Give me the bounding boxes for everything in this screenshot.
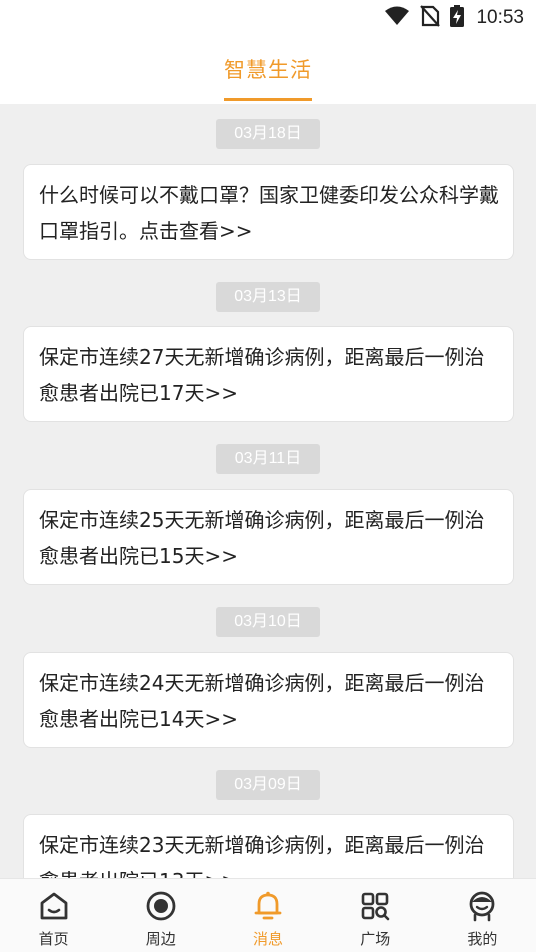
tab-nearby[interactable]: 周边	[107, 879, 214, 952]
message-feed[interactable]: 03月18日 什么时候可以不戴口罩？国家卫健委印发公众科学戴口罩指引。点击查看>…	[0, 104, 536, 878]
tab-square[interactable]: 广场	[322, 879, 429, 952]
battery-charging-icon	[450, 5, 465, 31]
date-label: 03月18日	[216, 119, 320, 149]
tab-profile-label: 我的	[467, 930, 498, 948]
profile-icon	[465, 889, 499, 923]
date-label: 03月10日	[216, 607, 320, 637]
status-bar: 10:53	[0, 0, 536, 36]
date-label: 03月13日	[216, 282, 320, 312]
date-label: 03月09日	[216, 770, 320, 800]
tab-profile[interactable]: 我的	[429, 879, 536, 952]
message-card[interactable]: 保定市连续24天无新增确诊病例，距离最后一例治愈患者出院已14天>>	[23, 652, 514, 748]
tab-home-label: 首页	[38, 930, 69, 948]
tab-messages[interactable]: 消息	[214, 879, 321, 952]
no-sim-icon	[420, 5, 441, 31]
square-icon	[358, 889, 392, 923]
date-label: 03月11日	[216, 444, 320, 474]
bell-icon	[251, 889, 285, 923]
message-card[interactable]: 保定市连续25天无新增确诊病例，距离最后一例治愈患者出院已15天>>	[23, 489, 514, 585]
message-card[interactable]: 保定市连续23天无新增确诊病例，距离最后一例治愈患者出院已13天>>	[23, 814, 514, 878]
nearby-icon	[144, 889, 178, 923]
tab-messages-label: 消息	[253, 930, 284, 948]
app-header: 智慧生活	[0, 36, 536, 104]
tab-home[interactable]: 首页	[0, 879, 107, 952]
tab-nearby-label: 周边	[145, 930, 176, 948]
wifi-icon	[384, 6, 410, 30]
clock-time: 10:53	[476, 7, 524, 28]
message-card[interactable]: 保定市连续27天无新增确诊病例，距离最后一例治愈患者出院已17天>>	[23, 326, 514, 422]
message-card[interactable]: 什么时候可以不戴口罩？国家卫健委印发公众科学戴口罩指引。点击查看>>	[23, 164, 514, 260]
page-title[interactable]: 智慧生活	[224, 54, 312, 101]
home-icon	[37, 889, 71, 923]
tab-square-label: 广场	[360, 930, 391, 948]
bottom-tab-bar: 首页 周边 消息 广场 我的	[0, 878, 536, 952]
